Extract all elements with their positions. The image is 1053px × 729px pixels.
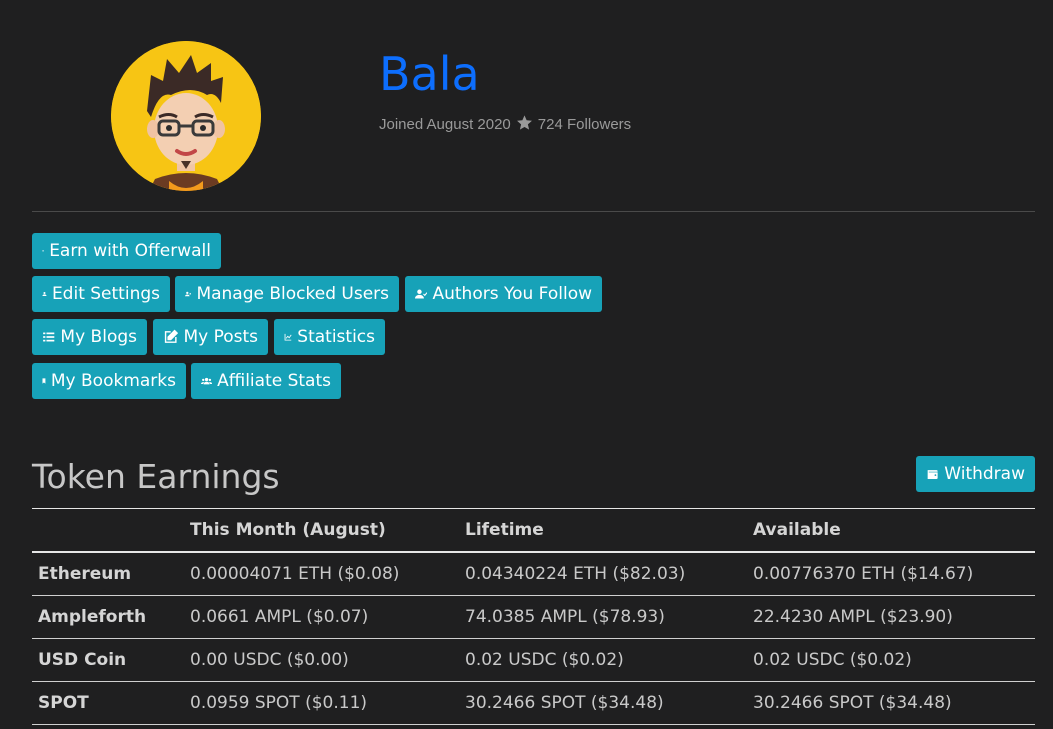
my-posts-button[interactable]: My Posts [153, 319, 268, 355]
coins-icon [42, 242, 44, 260]
user-icon [42, 285, 47, 303]
avatar [111, 41, 261, 191]
token-name: Ampleforth [32, 595, 190, 639]
column-header-lifetime: Lifetime [465, 508, 753, 553]
star-icon [516, 114, 533, 135]
chart-line-icon [284, 328, 292, 346]
token-name: USD Coin [32, 638, 190, 682]
table-row: Ethereum 0.00004071 ETH ($0.08) 0.043402… [32, 552, 1035, 596]
manage-blocked-users-button[interactable]: Manage Blocked Users [175, 276, 399, 312]
profile-meta: Joined August 2020 724 Followers [379, 114, 631, 135]
joined-date: Joined August 2020 [379, 116, 511, 133]
edit-icon [163, 328, 179, 346]
this-month-value: 0.0959 SPOT ($0.11) [190, 681, 465, 725]
edit-settings-label: Edit Settings [51, 284, 160, 304]
token-earnings-title: Token Earnings [32, 457, 280, 496]
followers-count: 724 Followers [537, 116, 632, 133]
table-row: USD Coin 0.00 USDC ($0.00) 0.02 USDC ($0… [32, 638, 1035, 682]
token-earnings-table: This Month (August) Lifetime Available E… [32, 508, 1035, 725]
bookmark-icon [42, 372, 46, 390]
available-value: 0.02 USDC ($0.02) [753, 638, 1035, 682]
profile-header: Bala Joined August 2020 724 Followers [0, 0, 1053, 212]
statistics-button[interactable]: Statistics [274, 319, 385, 355]
user-check-icon [415, 285, 428, 303]
wallet-icon [926, 465, 939, 483]
statistics-label: Statistics [297, 327, 375, 347]
lifetime-value: 0.04340224 ETH ($82.03) [465, 552, 753, 596]
affiliate-stats-button[interactable]: Affiliate Stats [191, 363, 341, 399]
withdraw-label: Withdraw [944, 464, 1025, 484]
column-header-this-month: This Month (August) [190, 508, 465, 553]
token-name: SPOT [32, 681, 190, 725]
this-month-value: 0.00004071 ETH ($0.08) [190, 552, 465, 596]
available-value: 22.4230 AMPL ($23.90) [753, 595, 1035, 639]
profile-divider [32, 211, 1035, 212]
table-header-row: This Month (August) Lifetime Available [32, 508, 1035, 553]
table-row: Ampleforth 0.0661 AMPL ($0.07) 74.0385 A… [32, 595, 1035, 639]
earn-offerwall-label: Earn with Offerwall [49, 241, 211, 261]
column-header-token [32, 508, 190, 553]
manage-blocked-users-label: Manage Blocked Users [196, 284, 389, 304]
table-row: SPOT 0.0959 SPOT ($0.11) 30.2466 SPOT ($… [32, 681, 1035, 725]
affiliate-stats-label: Affiliate Stats [217, 371, 331, 391]
authors-you-follow-label: Authors You Follow [432, 284, 592, 304]
column-header-available: Available [753, 508, 1035, 553]
available-value: 30.2466 SPOT ($34.48) [753, 681, 1035, 725]
authors-you-follow-button[interactable]: Authors You Follow [405, 276, 602, 312]
edit-settings-button[interactable]: Edit Settings [32, 276, 170, 312]
this-month-value: 0.00 USDC ($0.00) [190, 638, 465, 682]
my-posts-label: My Posts [183, 327, 258, 347]
profile-name: Bala [379, 47, 480, 101]
lifetime-value: 74.0385 AMPL ($78.93) [465, 595, 753, 639]
my-bookmarks-button[interactable]: My Bookmarks [32, 363, 186, 399]
users-icon [201, 372, 213, 390]
earn-offerwall-button[interactable]: Earn with Offerwall [32, 233, 221, 269]
list-icon [42, 328, 55, 346]
lifetime-value: 0.02 USDC ($0.02) [465, 638, 753, 682]
lifetime-value: 30.2466 SPOT ($34.48) [465, 681, 753, 725]
my-bookmarks-label: My Bookmarks [50, 371, 176, 391]
user-times-icon [185, 285, 192, 303]
my-blogs-label: My Blogs [60, 327, 137, 347]
available-value: 0.00776370 ETH ($14.67) [753, 552, 1035, 596]
my-blogs-button[interactable]: My Blogs [32, 319, 147, 355]
this-month-value: 0.0661 AMPL ($0.07) [190, 595, 465, 639]
withdraw-button[interactable]: Withdraw [916, 456, 1035, 492]
token-name: Ethereum [32, 552, 190, 596]
